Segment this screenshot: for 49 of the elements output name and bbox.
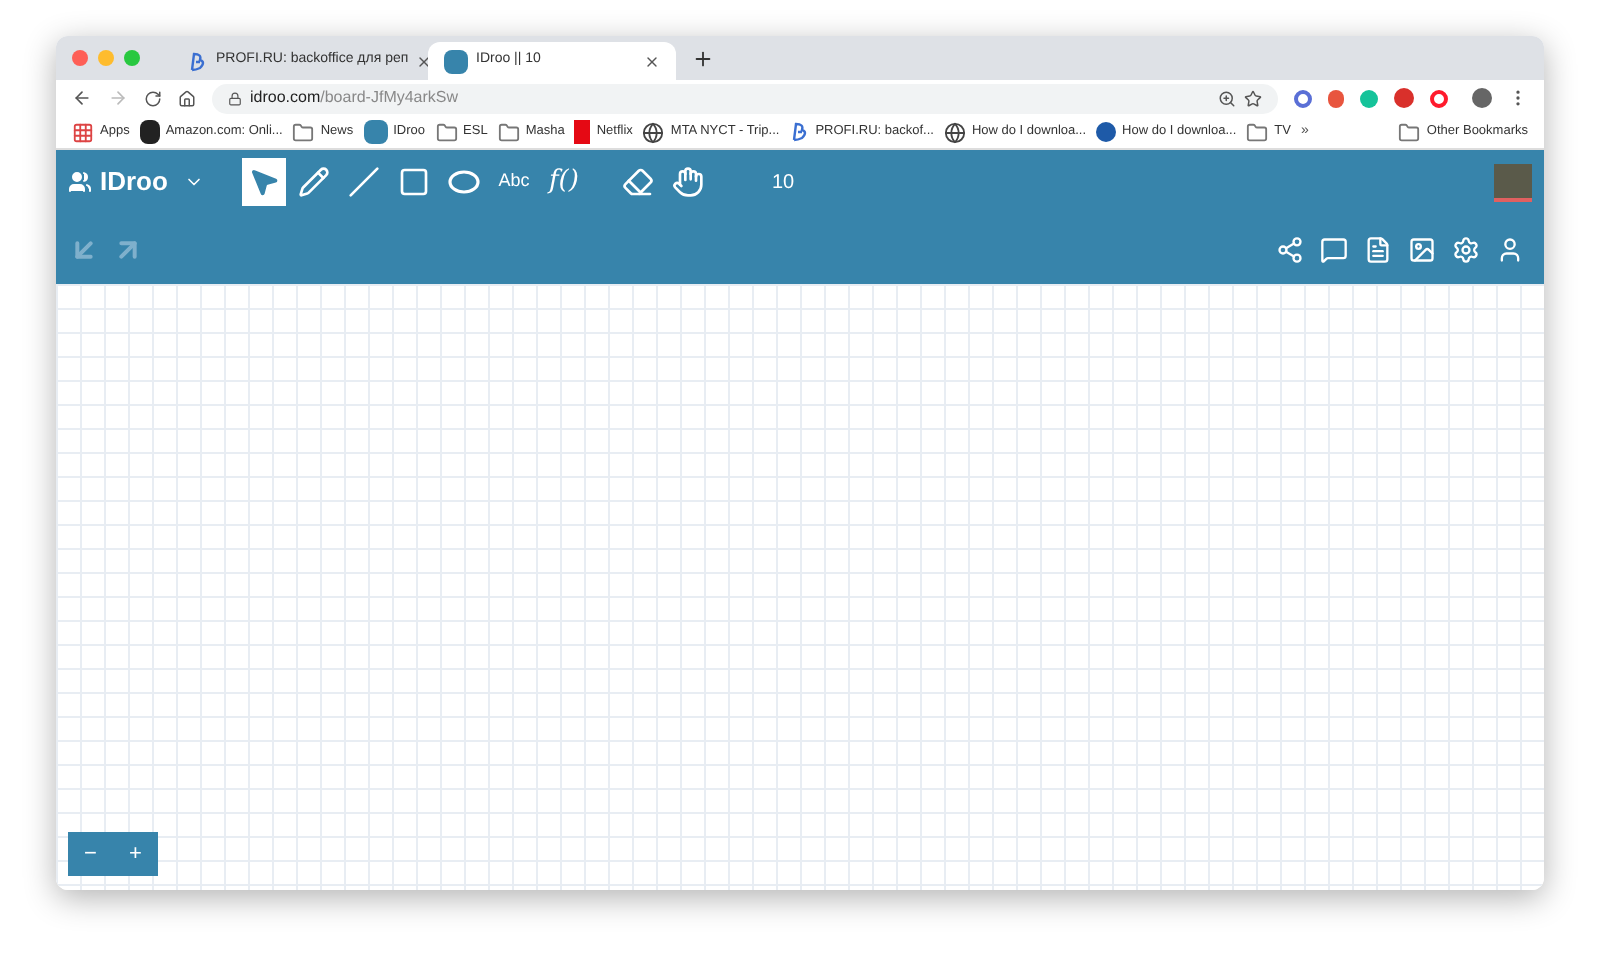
address-bar[interactable]: idroo.com/board-JfMy4arkSw <box>212 83 1278 113</box>
profi-logo-icon <box>789 122 810 142</box>
brand-menu[interactable]: IDroo <box>68 162 204 202</box>
document-icon[interactable] <box>1364 235 1392 263</box>
home-icon[interactable] <box>178 89 196 107</box>
user-icon[interactable] <box>1496 235 1524 263</box>
pointer-icon <box>247 166 280 198</box>
grid-canvas[interactable]: − + <box>56 284 1544 890</box>
text-tool[interactable]: Abc <box>491 158 536 206</box>
folder-icon <box>435 121 458 143</box>
round-logo-icon <box>1096 122 1117 142</box>
formula-tool[interactable]: f() <box>541 158 586 206</box>
line-icon <box>347 166 380 198</box>
folder-icon <box>1398 121 1421 143</box>
url-text: idroo.com/board-JfMy4arkSw <box>250 86 461 110</box>
share-icon[interactable] <box>1276 235 1304 263</box>
image-icon[interactable] <box>1408 235 1436 263</box>
folder-icon <box>292 121 315 143</box>
netflix-logo-icon <box>574 120 591 144</box>
profile-avatar[interactable] <box>1472 88 1492 108</box>
page-number: 10 <box>771 169 795 197</box>
pencil-icon <box>297 166 330 198</box>
ellipse-icon <box>447 170 480 194</box>
back-icon[interactable] <box>72 88 92 108</box>
globe-icon <box>943 121 966 143</box>
select-tool[interactable] <box>241 158 286 206</box>
board-logo-icon <box>363 120 388 144</box>
zoom-out-button[interactable]: − <box>68 832 113 876</box>
close-window-icon[interactable] <box>72 50 88 66</box>
chat-icon[interactable] <box>1320 235 1348 263</box>
globe-icon <box>642 121 665 143</box>
rectangle-icon <box>397 166 430 198</box>
close-icon[interactable] <box>644 53 660 69</box>
reload-icon[interactable] <box>144 89 162 107</box>
apps-grid-icon <box>72 121 94 143</box>
eraser-icon <box>621 166 654 198</box>
profi-logo-icon <box>188 51 208 71</box>
folder-icon <box>1246 121 1269 143</box>
new-tab-icon[interactable] <box>692 47 714 69</box>
settings-icon[interactable] <box>1452 235 1480 263</box>
zoom-icon[interactable] <box>1218 89 1236 107</box>
star-icon[interactable] <box>1244 89 1262 107</box>
people-icon <box>68 170 92 194</box>
zoom-in-button[interactable]: + <box>113 832 158 876</box>
lock-icon <box>228 91 242 105</box>
amazon-logo-icon <box>139 120 160 144</box>
folder-icon <box>497 121 520 143</box>
board-logo-icon <box>444 49 468 73</box>
hand-icon <box>671 166 704 198</box>
